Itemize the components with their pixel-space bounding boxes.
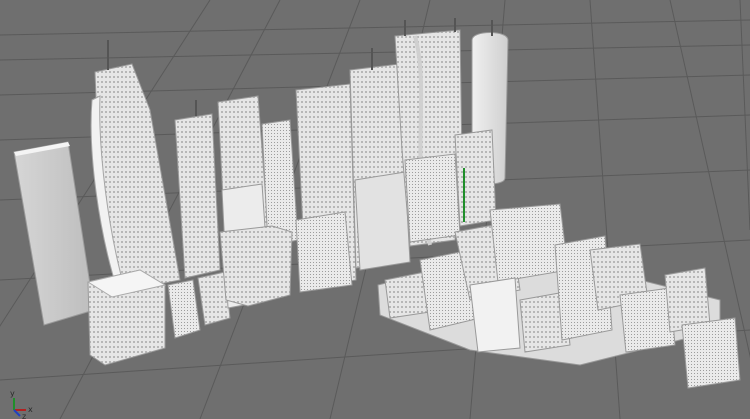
small-block-1[interactable]	[167, 279, 201, 339]
viewport-canvas[interactable]: x y z	[0, 0, 750, 419]
axis-gizmo[interactable]: x y z	[10, 389, 33, 419]
curved-tower[interactable]	[90, 40, 181, 293]
axis-label-y: y	[10, 389, 15, 398]
slab-tower[interactable]	[13, 141, 95, 326]
axis-label-z: z	[22, 412, 26, 419]
center-tower[interactable]	[295, 83, 357, 293]
base-block-left[interactable]	[86, 269, 167, 366]
axis-label-x: x	[28, 405, 33, 414]
3d-viewport[interactable]: x y z	[0, 0, 750, 419]
podium-block[interactable]	[219, 225, 293, 307]
grid-facade-block[interactable]	[404, 153, 461, 243]
